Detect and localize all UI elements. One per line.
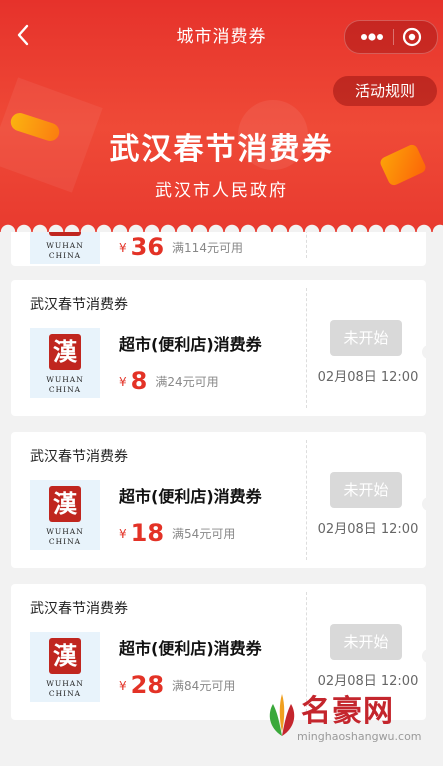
header-banner: 城市消费券 活动规则 武汉春节消费券 武汉市人民政府 bbox=[0, 0, 443, 232]
currency-symbol: ¥ bbox=[119, 375, 127, 389]
card-divider bbox=[306, 232, 307, 258]
watermark-brand: 名豪网 bbox=[301, 694, 394, 729]
target-close-icon bbox=[402, 27, 422, 47]
coupon-issuer: 武汉春节消费券 bbox=[30, 449, 128, 465]
currency-symbol: ¥ bbox=[119, 679, 127, 693]
coupon-amount: 28 bbox=[130, 671, 165, 699]
not-started-button[interactable]: 未开始 bbox=[330, 624, 402, 660]
coupon-issuer: 武汉春节消费券 bbox=[30, 297, 128, 313]
coupon-issuer: 武汉春节消费券 bbox=[30, 601, 128, 617]
activity-rules-button[interactable]: 活动规则 bbox=[333, 76, 437, 106]
coupon-name: 超市(便利店)消费券 bbox=[119, 639, 262, 658]
card-notch bbox=[422, 345, 430, 359]
logo-text: WUHAN bbox=[46, 241, 84, 250]
coupon-name: 超市(便利店)消费券 bbox=[119, 335, 262, 354]
wuhan-logo: 漢 WUHAN CHINA bbox=[30, 232, 100, 264]
leaf-logo-icon bbox=[269, 694, 295, 736]
coupon-card[interactable]: 漢 WUHAN CHINA ¥36 满114元可用 bbox=[11, 232, 426, 266]
card-divider bbox=[306, 288, 307, 408]
hero-subtitle: 武汉市人民政府 bbox=[155, 181, 288, 201]
start-time: 02月08日 12:00 bbox=[317, 370, 419, 385]
coupon-price: ¥8 满24元可用 bbox=[119, 367, 219, 395]
seal-icon: 漢 bbox=[49, 638, 81, 674]
start-time: 02月08日 12:00 bbox=[317, 522, 419, 537]
coupon-condition: 满114元可用 bbox=[172, 241, 243, 255]
coupon-price: ¥36 满114元可用 bbox=[119, 233, 243, 261]
navbar: 城市消费券 bbox=[0, 0, 443, 72]
logo-text: CHINA bbox=[48, 537, 82, 546]
coupon-card[interactable]: 武汉春节消费券 漢 WUHAN CHINA 超市(便利店)消费券 ¥18 满54元… bbox=[11, 432, 430, 568]
wuhan-logo: 漢 WUHAN CHINA bbox=[30, 480, 100, 550]
watermark-url: minghaoshangwu.com bbox=[297, 730, 422, 743]
coupon-name: 超市(便利店)消费券 bbox=[119, 487, 262, 506]
coupon-price: ¥28 满84元可用 bbox=[119, 671, 235, 699]
capsule-divider bbox=[393, 29, 394, 45]
not-started-button[interactable]: 未开始 bbox=[330, 472, 402, 508]
seal-icon: 漢 bbox=[49, 486, 81, 522]
logo-text: WUHAN bbox=[46, 679, 84, 688]
card-notch bbox=[422, 649, 430, 663]
not-started-button[interactable]: 未开始 bbox=[330, 320, 402, 356]
coupon-list[interactable]: 漢 WUHAN CHINA ¥36 满114元可用 武汉春节消费券 漢 WUHAN… bbox=[0, 232, 443, 766]
coupon-condition: 满54元可用 bbox=[172, 527, 236, 541]
more-button[interactable] bbox=[357, 21, 387, 53]
coupon-price: ¥18 满54元可用 bbox=[119, 519, 235, 547]
seal-icon: 漢 bbox=[49, 232, 81, 236]
logo-text: CHINA bbox=[48, 251, 82, 260]
coupon-condition: 满84元可用 bbox=[172, 679, 236, 693]
close-button[interactable] bbox=[402, 27, 422, 47]
card-divider bbox=[306, 440, 307, 560]
logo-text: WUHAN bbox=[46, 527, 84, 536]
logo-text: CHINA bbox=[48, 385, 82, 394]
scallop-edge bbox=[0, 216, 443, 232]
mini-program-capsule bbox=[344, 20, 438, 54]
wuhan-logo: 漢 WUHAN CHINA bbox=[30, 632, 100, 702]
coupon-card[interactable]: 武汉春节消费券 漢 WUHAN CHINA 超市(便利店)消费券 ¥8 满24元可… bbox=[11, 280, 430, 416]
wuhan-logo: 漢 WUHAN CHINA bbox=[30, 328, 100, 398]
hero-title: 武汉春节消费券 bbox=[109, 132, 334, 167]
currency-symbol: ¥ bbox=[119, 527, 127, 541]
currency-symbol: ¥ bbox=[119, 241, 127, 255]
coupon-amount: 36 bbox=[130, 233, 165, 261]
more-dots-icon bbox=[361, 33, 383, 41]
logo-text: CHINA bbox=[48, 689, 82, 698]
coupon-amount: 18 bbox=[130, 519, 165, 547]
logo-text: WUHAN bbox=[46, 375, 84, 384]
coupon-condition: 满24元可用 bbox=[155, 375, 219, 389]
card-notch bbox=[422, 497, 430, 511]
coupon-amount: 8 bbox=[130, 367, 148, 395]
seal-icon: 漢 bbox=[49, 334, 81, 370]
site-watermark: 名豪网 minghaoshangwu.com bbox=[265, 686, 435, 758]
